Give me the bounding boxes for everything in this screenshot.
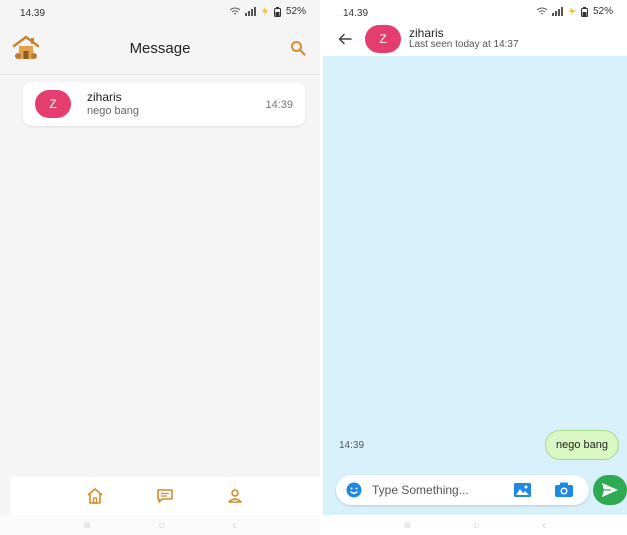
message-input[interactable] <box>372 479 492 501</box>
back-button-icon[interactable]: ‹ <box>232 518 236 532</box>
system-nav-bar: ≡ ○ ‹ <box>323 515 627 535</box>
conversation-item[interactable]: Z ziharis nego bang 14:39 <box>23 82 305 126</box>
signal-icon <box>244 7 256 16</box>
status-bar: 14.39 52% <box>323 0 627 22</box>
conversation-name: ziharis <box>87 90 122 104</box>
back-button-icon[interactable]: ‹ <box>542 518 546 532</box>
status-time: 14.39 <box>20 8 46 19</box>
search-icon[interactable] <box>290 40 306 56</box>
battery-icon <box>273 6 281 17</box>
power-saver-icon <box>261 7 268 16</box>
header-divider <box>0 74 320 75</box>
battery-percent: 52% <box>285 6 306 17</box>
wifi-icon <box>229 7 240 15</box>
avatar: Z <box>35 90 71 118</box>
chat-screen: 14.39 52% Z ziharis Last seen today at 1… <box>323 0 627 535</box>
power-saver-icon <box>568 7 575 16</box>
app-header: Message <box>0 22 320 74</box>
camera-icon[interactable] <box>555 482 573 497</box>
status-bar: 14.39 52% <box>0 0 320 22</box>
home-icon[interactable] <box>86 487 104 505</box>
battery-icon <box>580 6 588 17</box>
send-icon <box>602 483 618 497</box>
home-button-icon[interactable]: ○ <box>158 518 165 532</box>
avatar: Z <box>365 25 401 53</box>
recent-apps-icon[interactable]: ≡ <box>84 518 91 532</box>
message-list-screen: 14.39 52% Message Z ziharis nego bang 14… <box>0 0 320 535</box>
system-nav-bar: ≡ ○ ‹ <box>0 515 320 535</box>
contact-name: ziharis <box>409 26 444 40</box>
battery-percent: 52% <box>592 6 613 17</box>
profile-icon[interactable] <box>226 487 244 505</box>
bottom-nav <box>10 477 320 515</box>
back-arrow-icon[interactable] <box>337 31 353 47</box>
recent-apps-icon[interactable]: ≡ <box>404 518 411 532</box>
emoji-icon[interactable] <box>346 482 362 498</box>
last-seen-status: Last seen today at 14:37 <box>409 39 519 50</box>
chat-icon[interactable] <box>156 487 174 505</box>
chat-header: Z ziharis Last seen today at 14:37 <box>323 22 627 56</box>
message-composer <box>336 475 589 505</box>
send-button[interactable] <box>593 475 627 505</box>
conversation-time: 14:39 <box>265 99 293 111</box>
home-button-icon[interactable]: ○ <box>473 518 480 532</box>
gallery-icon[interactable] <box>514 483 531 497</box>
conversation-last-message: nego bang <box>87 105 139 117</box>
page-title: Message <box>129 40 191 57</box>
wifi-icon <box>536 7 547 15</box>
status-time: 14.39 <box>343 8 369 19</box>
message-time: 14:39 <box>339 440 365 451</box>
signal-icon <box>551 7 563 16</box>
outgoing-message-bubble: nego bang <box>545 430 619 460</box>
